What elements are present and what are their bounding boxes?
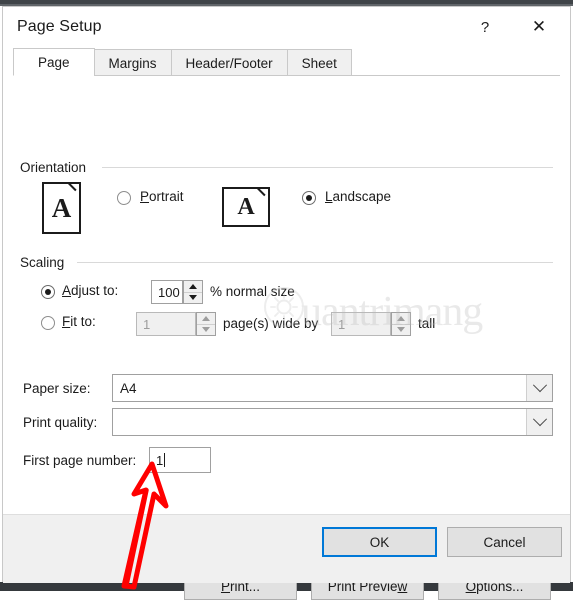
ok-button[interactable]: OK bbox=[322, 527, 437, 557]
adjust-to-radio[interactable] bbox=[41, 285, 55, 299]
portrait-icon-glyph: A bbox=[51, 192, 72, 223]
fit-to-wide-spinner-down[interactable] bbox=[197, 323, 215, 336]
first-page-number-value: 1 bbox=[156, 452, 164, 468]
fit-to-radio[interactable] bbox=[41, 316, 55, 330]
print-quality-label: Print quality: bbox=[23, 415, 98, 430]
landscape-label: Landscape bbox=[325, 189, 392, 204]
adjust-to-value: 100 bbox=[158, 284, 180, 300]
tab-sheet[interactable]: Sheet bbox=[286, 49, 352, 76]
close-icon[interactable]: ✕ bbox=[516, 7, 562, 47]
dialog-footer: OK Cancel bbox=[3, 514, 570, 583]
tab-page[interactable]: Page bbox=[13, 48, 95, 76]
scaling-group-label: Scaling bbox=[20, 255, 72, 270]
portrait-radio[interactable] bbox=[117, 191, 131, 205]
fit-to-suffix: tall bbox=[418, 316, 436, 331]
print-quality-chevron-down-icon[interactable] bbox=[526, 409, 552, 435]
title-bar: Page Setup ? ✕ bbox=[3, 7, 570, 47]
fit-to-tall-spinner-down[interactable] bbox=[392, 323, 410, 336]
fit-to-label: Fit to: bbox=[62, 314, 96, 329]
print-quality-combo[interactable] bbox=[112, 408, 553, 436]
portrait-label: Portrait bbox=[140, 189, 184, 204]
orientation-group-label: Orientation bbox=[20, 160, 94, 175]
adjust-to-spinner-up[interactable] bbox=[184, 281, 202, 292]
scaling-group-rule bbox=[77, 262, 553, 263]
tab-header-footer[interactable]: Header/Footer bbox=[170, 49, 288, 76]
first-page-number-input[interactable]: 1 bbox=[149, 447, 211, 473]
paper-size-chevron-down-icon[interactable] bbox=[526, 375, 552, 401]
tab-margins[interactable]: Margins bbox=[93, 49, 172, 76]
paper-size-combo[interactable]: A4 bbox=[112, 374, 553, 402]
fit-to-tall-spinner[interactable] bbox=[391, 312, 411, 336]
fit-to-wide-input[interactable]: 1 bbox=[136, 312, 196, 336]
adjust-to-spinner[interactable] bbox=[183, 280, 203, 304]
fit-to-wide-spinner-up[interactable] bbox=[197, 313, 215, 324]
fit-to-tall-spinner-up[interactable] bbox=[392, 313, 410, 324]
page-tab-content: Orientation A Portrait A Landscape Scali… bbox=[3, 76, 570, 600]
fit-to-wide-spinner[interactable] bbox=[196, 312, 216, 336]
portrait-page-icon[interactable]: A bbox=[42, 182, 81, 234]
landscape-radio[interactable] bbox=[302, 191, 316, 205]
page-setup-dialog: Page Setup ? ✕ Page Margins Header/Foote… bbox=[2, 6, 571, 600]
landscape-icon-glyph: A bbox=[237, 193, 255, 220]
help-icon[interactable]: ? bbox=[462, 7, 508, 47]
adjust-to-suffix: % normal size bbox=[210, 284, 295, 299]
fit-to-middle-text: page(s) wide by bbox=[223, 316, 319, 331]
adjust-to-label: Adjust to: bbox=[62, 283, 119, 298]
tab-strip: Page Margins Header/Footer Sheet bbox=[13, 47, 560, 76]
adjust-to-input[interactable]: 100 bbox=[151, 280, 183, 304]
orientation-group-rule bbox=[102, 167, 553, 168]
paper-size-value: A4 bbox=[120, 380, 137, 396]
cancel-button[interactable]: Cancel bbox=[447, 527, 562, 557]
landscape-page-icon[interactable]: A bbox=[222, 187, 270, 227]
fit-to-wide-value: 1 bbox=[143, 316, 151, 332]
first-page-number-label: First page number: bbox=[23, 453, 137, 468]
fit-to-tall-input[interactable]: 1 bbox=[331, 312, 391, 336]
adjust-to-spinner-down[interactable] bbox=[184, 291, 202, 304]
paper-size-label: Paper size: bbox=[23, 381, 91, 396]
fit-to-tall-value: 1 bbox=[338, 316, 346, 332]
dialog-title: Page Setup bbox=[17, 18, 102, 35]
